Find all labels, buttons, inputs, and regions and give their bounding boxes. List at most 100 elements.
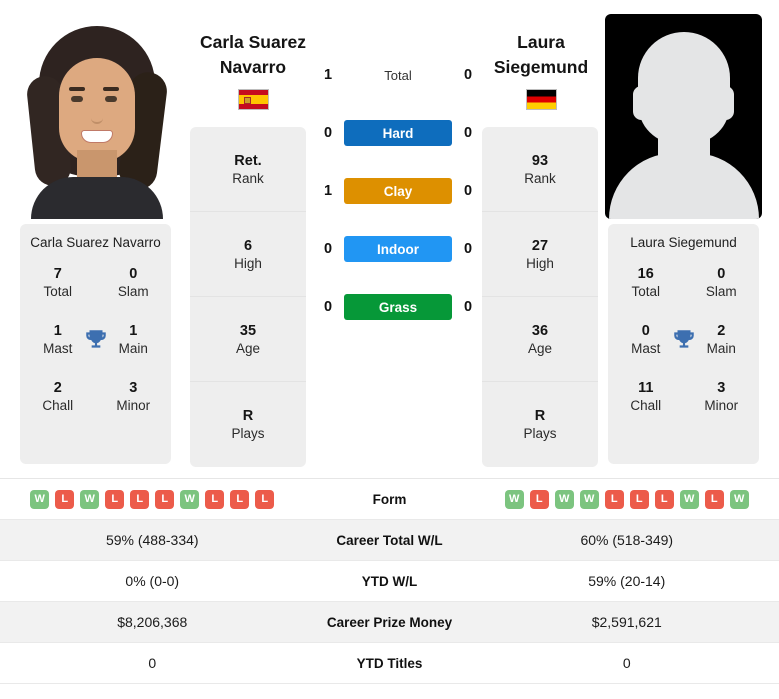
right-high-label: High	[526, 255, 554, 271]
right-plays-value: R	[534, 408, 546, 424]
left-rank-label: Rank	[232, 170, 264, 186]
h2h-label-total: Total	[384, 67, 412, 83]
form-badge-loss: L	[704, 489, 724, 509]
h2h-right-grass: 0	[463, 299, 473, 315]
left-form-cell: WLWLLLWLLL	[0, 489, 305, 509]
left-ytd-titles: 0	[148, 655, 157, 671]
form-badge-win: W	[30, 489, 50, 509]
form-badge-win: W	[679, 489, 699, 509]
right-titles-slam: 0 Slam	[684, 266, 760, 299]
form-badge-loss: L	[105, 489, 125, 509]
left-info-rank: Ret. Rank	[190, 127, 306, 212]
portrait-brow-right	[103, 87, 119, 91]
left-career-prize: $8,206,368	[117, 614, 188, 630]
right-ytd-titles: 0	[622, 655, 631, 671]
stats-row-ytd-titles: 0 YTD Titles 0	[0, 643, 779, 684]
h2h-bar-indoor[interactable]: Indoor	[344, 236, 452, 262]
form-badge-loss: L	[255, 489, 275, 509]
right-rank-value: 93	[531, 152, 549, 169]
player-comparison-header: Carla Suarez Navarro Laura Siegemund 1 T…	[0, 0, 779, 478]
stats-label-form: Form	[372, 491, 407, 507]
silhouette-ear-right	[717, 86, 734, 120]
right-plays-label: Plays	[523, 426, 557, 441]
form-badge-win: W	[729, 489, 749, 509]
h2h-bar-hard[interactable]: Hard	[344, 120, 452, 146]
right-info-plays: R Plays	[482, 382, 598, 467]
left-form-strip: WLWLLLWLLL	[30, 489, 275, 509]
h2h-left-clay: 1	[323, 183, 333, 199]
portrait-eye-right	[105, 96, 117, 102]
right-player-name-block: Laura Siegemund	[456, 30, 626, 110]
left-high-label: High	[234, 255, 262, 271]
form-badge-loss: L	[529, 489, 549, 509]
left-titles-total-value: 7	[53, 266, 62, 282]
left-titles-minor: 3 Minor	[96, 380, 172, 413]
right-age-label: Age	[527, 340, 553, 356]
h2h-row-grass: 0 Grass 0	[318, 294, 478, 320]
portrait-mouth	[81, 130, 113, 143]
form-badge-loss: L	[130, 489, 150, 509]
left-player-titles-card: Carla Suarez Navarro 7 Total 0 Slam 1 Ma…	[20, 224, 171, 464]
right-titles-slam-value: 0	[717, 266, 726, 282]
stats-row-career-wl: 59% (488-334) Career Total W/L 60% (518-…	[0, 520, 779, 561]
left-player-info-card: Ret. Rank 6 High 35 Age R Plays	[190, 127, 306, 467]
left-info-plays: R Plays	[190, 382, 306, 467]
h2h-bar-grass[interactable]: Grass	[344, 294, 452, 320]
left-titles-chall: 2 Chall	[20, 380, 96, 413]
left-titles-player-name: Carla Suarez Navarro	[30, 235, 161, 250]
germany-flag-icon	[525, 89, 557, 110]
silhouette-body	[608, 153, 759, 219]
right-player-name-line2: Siegemund	[493, 57, 589, 77]
left-titles-slam-label: Slam	[117, 284, 149, 299]
form-badge-win: W	[554, 489, 574, 509]
stats-label-ytd-wl: YTD W/L	[361, 573, 418, 589]
right-info-rank: 93 Rank	[482, 127, 598, 212]
right-rank-label: Rank	[524, 170, 556, 186]
right-form-strip: WLWWLLLWLW	[504, 489, 749, 509]
left-titles-slam-value: 0	[129, 266, 138, 282]
stats-row-career-prize: $8,206,368 Career Prize Money $2,591,621	[0, 602, 779, 643]
form-badge-win: W	[504, 489, 524, 509]
silhouette-ear-left	[633, 86, 650, 120]
right-player-name-line1: Laura	[517, 32, 565, 52]
form-badge-loss: L	[55, 489, 75, 509]
stats-label-career-prize: Career Prize Money	[326, 614, 453, 630]
stats-row-form: WLWLLLWLLL Form WLWWLLLWLW	[0, 479, 779, 520]
form-badge-loss: L	[205, 489, 225, 509]
right-titles-total: 16 Total	[608, 266, 684, 299]
trophy-icon	[85, 329, 106, 348]
left-plays-label: Plays	[231, 426, 265, 441]
trophy-icon	[673, 329, 694, 348]
left-titles-minor-value: 3	[129, 380, 138, 396]
left-titles-total-label: Total	[43, 284, 73, 299]
left-titles-slam: 0 Slam	[96, 266, 172, 299]
h2h-bar-clay[interactable]: Clay	[344, 178, 452, 204]
form-badge-loss: L	[654, 489, 674, 509]
right-titles-total-label: Total	[631, 284, 661, 299]
h2h-row-clay: 1 Clay 0	[318, 178, 478, 204]
form-badge-win: W	[579, 489, 599, 509]
left-titles-minor-label: Minor	[116, 398, 151, 413]
left-info-age: 35 Age	[190, 297, 306, 382]
left-ytd-wl: 0% (0-0)	[125, 573, 180, 589]
portrait-image	[17, 14, 174, 219]
right-high-value: 27	[531, 237, 549, 254]
right-career-prize: $2,591,621	[591, 614, 662, 630]
right-player-photo[interactable]	[605, 14, 762, 219]
left-player-name-line1: Carla Suarez	[199, 32, 307, 52]
left-high-value: 6	[243, 237, 253, 254]
portrait-shoulders	[31, 177, 163, 219]
portrait-eye-left	[71, 96, 83, 102]
h2h-left-hard: 0	[323, 125, 333, 141]
left-plays-value: R	[242, 408, 254, 424]
h2h-row-total: 1 Total 0	[318, 62, 478, 88]
left-player-photo[interactable]	[17, 14, 174, 219]
left-player-name-line2: Navarro	[219, 57, 287, 77]
right-titles-total-value: 16	[637, 266, 654, 282]
spain-crest-icon	[243, 97, 251, 104]
left-career-wl: 59% (488-334)	[105, 532, 199, 548]
right-titles-grid: 16 Total 0 Slam 0 Mast 2 Main 11 Chall 3…	[608, 266, 759, 413]
left-age-label: Age	[235, 340, 261, 356]
h2h-row-hard: 0 Hard 0	[318, 120, 478, 146]
player-stats-table: WLWLLLWLLL Form WLWWLLLWLW 59% (488-334)…	[0, 478, 779, 684]
